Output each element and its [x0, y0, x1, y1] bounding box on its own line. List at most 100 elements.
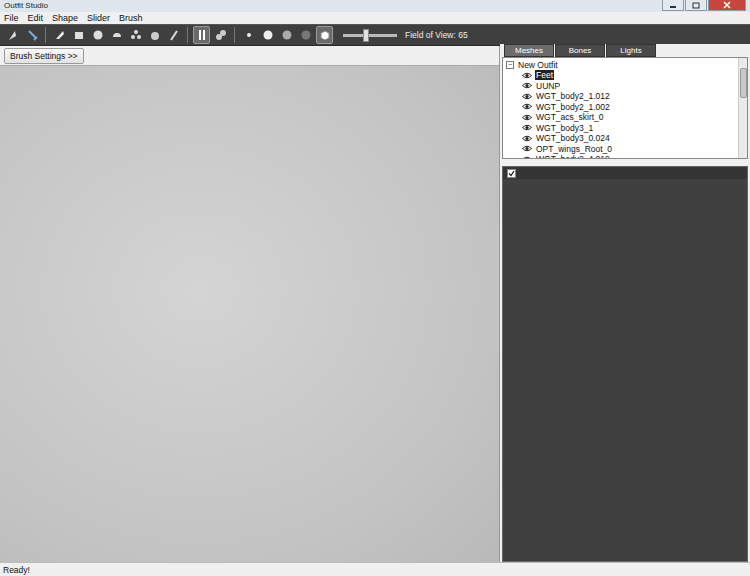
- menu-item[interactable]: Shape: [52, 12, 78, 24]
- tool-button[interactable]: [51, 26, 68, 44]
- 3d-viewport[interactable]: [0, 66, 499, 562]
- fov-slider[interactable]: [343, 34, 397, 37]
- tool-button[interactable]: [297, 26, 314, 44]
- tool-icon: [72, 28, 86, 42]
- tool-icon: [6, 28, 20, 42]
- window-title: Outfit Studio: [4, 0, 48, 12]
- tool-button[interactable]: [316, 26, 333, 44]
- mesh-label: WGT_body2_1.012: [535, 91, 611, 101]
- menu-item[interactable]: Edit: [28, 12, 44, 24]
- tool-icon: [261, 28, 275, 42]
- side-panel: MeshesBonesLights−New OutfitFeetUUNPWGT_…: [500, 46, 750, 562]
- check-icon: [508, 170, 515, 177]
- tool-icon: [110, 28, 124, 42]
- maximize-icon: [692, 2, 700, 9]
- expand-toggle[interactable]: −: [506, 61, 514, 69]
- mesh-item[interactable]: WGT_body3_0.024: [506, 133, 735, 144]
- menu-item[interactable]: Slider: [87, 12, 110, 24]
- properties-panel: [502, 166, 748, 562]
- tool-icon: [91, 28, 105, 42]
- eye-icon[interactable]: [522, 103, 532, 110]
- eye-icon[interactable]: [522, 114, 532, 121]
- mesh-label: WGT_body2_1.002: [535, 102, 611, 112]
- checkbox[interactable]: [507, 169, 516, 178]
- tab-bar: MeshesBonesLights: [500, 44, 750, 57]
- tool-button[interactable]: [146, 26, 163, 44]
- tool-button[interactable]: [23, 26, 40, 44]
- mesh-item[interactable]: WGT_body2_1.002: [506, 102, 735, 113]
- status-text: Ready!: [3, 565, 30, 575]
- toolbar-separator: [234, 27, 235, 43]
- eye-icon[interactable]: [522, 135, 532, 142]
- eye-icon[interactable]: [522, 145, 532, 152]
- title-bar: Outfit Studio: [0, 0, 750, 12]
- tool-button[interactable]: [193, 26, 210, 44]
- fov-label: Field of View: 65: [405, 30, 468, 40]
- mesh-label: WGT_acs_skirt_0: [535, 112, 605, 122]
- tab[interactable]: Lights: [606, 44, 656, 57]
- eye-icon[interactable]: [522, 124, 532, 131]
- tree-root-label: New Outfit: [518, 60, 558, 70]
- viewport-column: Brush Settings >>: [0, 46, 500, 562]
- tool-button[interactable]: [212, 26, 229, 44]
- tool-button[interactable]: [240, 26, 257, 44]
- status-bar: Ready!: [0, 562, 750, 576]
- tool-button[interactable]: [70, 26, 87, 44]
- tree-root[interactable]: −New Outfit: [506, 60, 735, 70]
- tab[interactable]: Bones: [555, 44, 605, 57]
- mesh-item[interactable]: Feet: [506, 70, 735, 81]
- tool-icon: [167, 28, 181, 42]
- tool-icon: [280, 28, 294, 42]
- maximize-button[interactable]: [685, 0, 707, 11]
- eye-icon[interactable]: [522, 156, 532, 158]
- main-area: Brush Settings >>MeshesBonesLights−New O…: [0, 46, 750, 562]
- tool-icon: [242, 28, 256, 42]
- tool-button[interactable]: [127, 26, 144, 44]
- close-button[interactable]: [708, 0, 746, 11]
- tool-icon: [195, 28, 209, 42]
- close-icon: [723, 1, 731, 9]
- tool-button[interactable]: [278, 26, 295, 44]
- mesh-label: OPT_wings_Root_0: [535, 144, 613, 154]
- properties-header: [503, 167, 747, 179]
- mesh-item[interactable]: UUNP: [506, 81, 735, 92]
- mesh-item[interactable]: WGT_acs_skirt_0: [506, 112, 735, 123]
- tab[interactable]: Meshes: [504, 44, 554, 57]
- menu-item[interactable]: Brush: [119, 12, 143, 24]
- scrollbar-thumb[interactable]: [740, 68, 747, 98]
- tool-button[interactable]: [108, 26, 125, 44]
- tool-icon: [129, 28, 143, 42]
- tool-button[interactable]: [259, 26, 276, 44]
- mesh-item[interactable]: WGT_body3_1: [506, 123, 735, 134]
- mesh-label: Feet: [535, 70, 554, 80]
- tool-button[interactable]: [89, 26, 106, 44]
- eye-icon[interactable]: [522, 93, 532, 100]
- mesh-item[interactable]: WGT_body2_1.012: [506, 91, 735, 102]
- tool-icon: [318, 28, 332, 42]
- scrollbar[interactable]: [738, 58, 747, 158]
- fov-slider-thumb[interactable]: [363, 29, 369, 42]
- menu-bar: File Edit Shape Slider Brush: [0, 12, 750, 24]
- tool-button[interactable]: [165, 26, 182, 44]
- minimize-button[interactable]: [662, 0, 684, 11]
- menu-item[interactable]: File: [4, 12, 19, 24]
- brush-settings-row: Brush Settings >>: [0, 46, 499, 66]
- tool-icon: [214, 28, 228, 42]
- mesh-list: −New OutfitFeetUUNPWGT_body2_1.012WGT_bo…: [503, 58, 738, 158]
- mesh-label: UUNP: [535, 81, 561, 91]
- minimize-icon: [669, 2, 677, 8]
- tool-icon: [25, 28, 39, 42]
- toolbar-separator: [187, 27, 188, 43]
- toolbar: Field of View: 65: [0, 24, 750, 46]
- tool-icon: [148, 28, 162, 42]
- brush-settings-button[interactable]: Brush Settings >>: [4, 48, 84, 64]
- eye-icon[interactable]: [522, 72, 532, 79]
- tool-button[interactable]: [4, 26, 21, 44]
- tool-icon: [53, 28, 67, 42]
- mesh-item[interactable]: OPT_wings_Root_0: [506, 144, 735, 155]
- mesh-item[interactable]: WGT_body2_4.019: [506, 154, 735, 158]
- eye-icon[interactable]: [522, 82, 532, 89]
- mesh-label: WGT_body3_0.024: [535, 133, 611, 143]
- mesh-tree: −New OutfitFeetUUNPWGT_body2_1.012WGT_bo…: [502, 57, 748, 159]
- mesh-label: WGT_body2_4.019: [535, 154, 611, 158]
